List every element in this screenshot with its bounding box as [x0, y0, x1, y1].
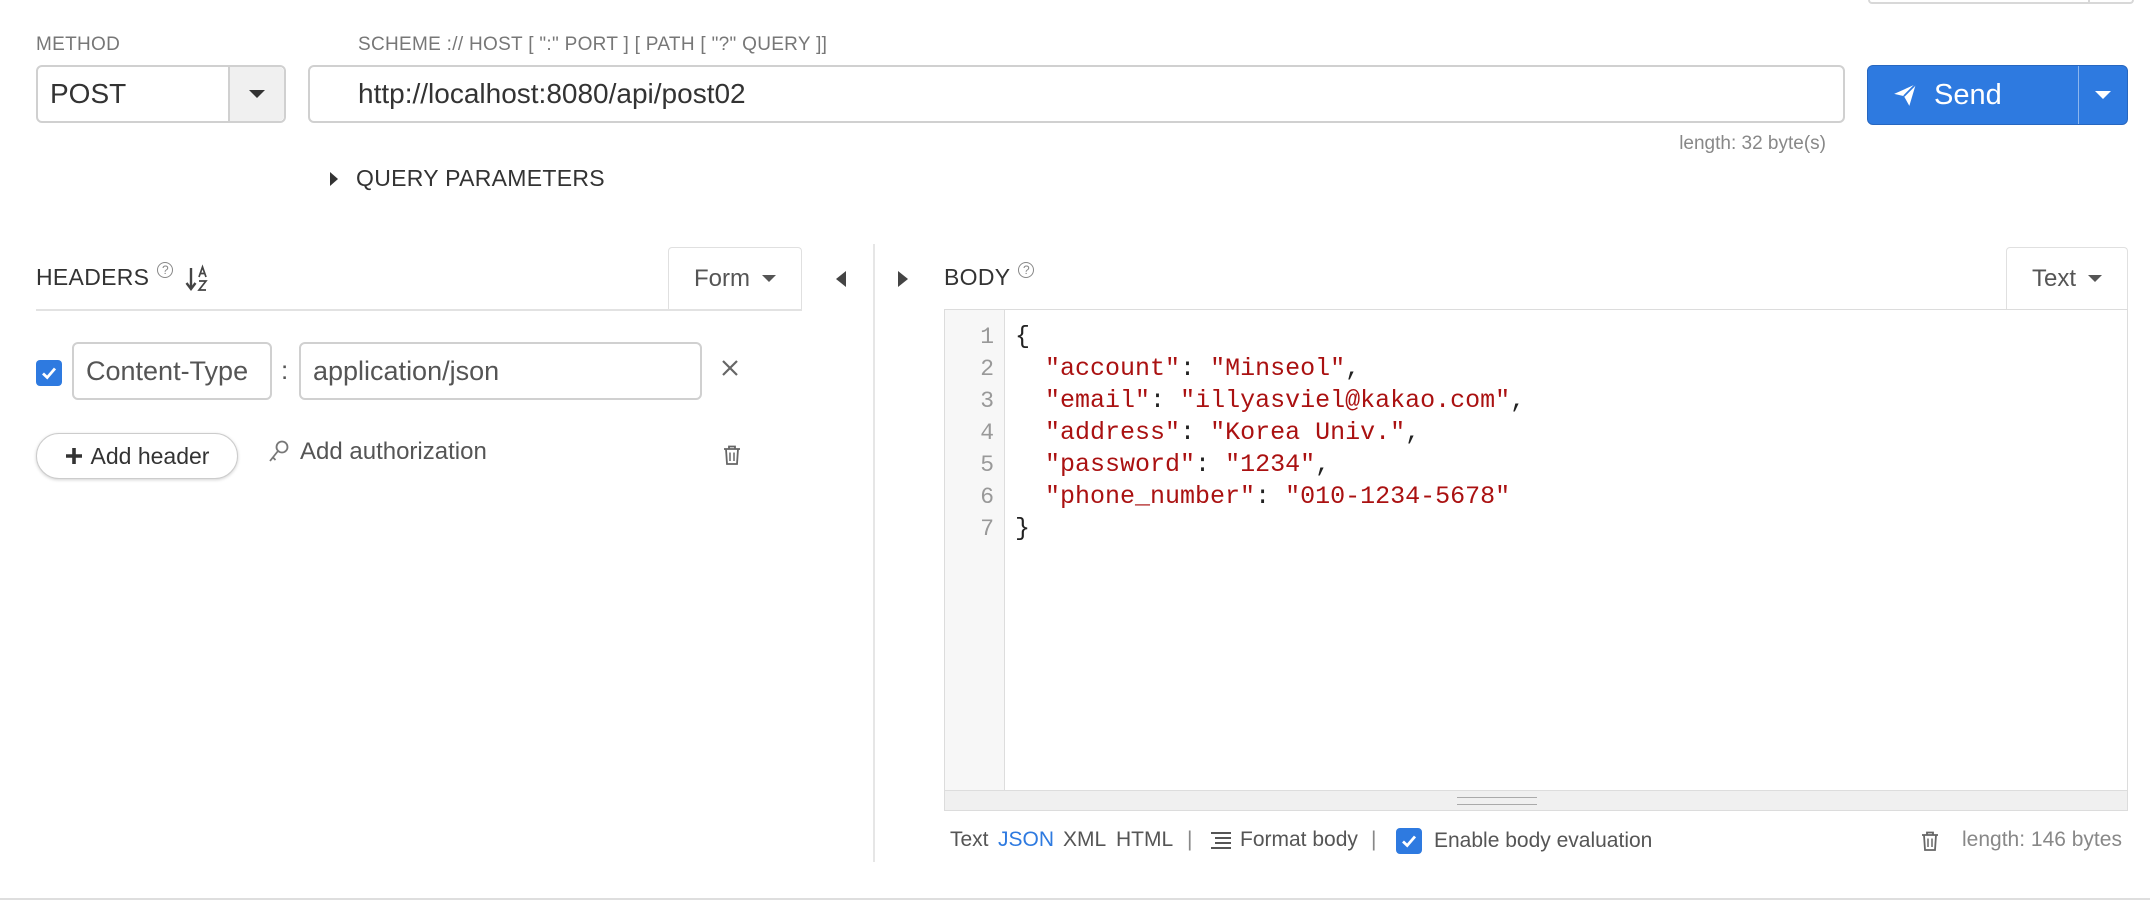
sort-az-icon[interactable] — [185, 264, 211, 294]
body-header: BODY ? — [944, 262, 1035, 291]
trash-icon — [724, 445, 740, 465]
code-line: "account": "Minseol", — [1045, 354, 1361, 383]
close-icon — [722, 360, 738, 376]
paper-plane-icon — [1894, 83, 1917, 106]
query-parameters-toggle[interactable]: QUERY PARAMETERS — [330, 165, 605, 192]
add-header-button[interactable]: Add header — [36, 433, 238, 479]
body-mode-select[interactable]: Text — [2006, 247, 2128, 309]
help-icon[interactable]: ? — [1018, 262, 1035, 278]
code-line: { — [1015, 322, 1031, 351]
headers-header: HEADERS ? — [36, 262, 211, 294]
url-value: http://localhost:8080/api/post02 — [358, 78, 746, 109]
headers-mode-select[interactable]: Form — [668, 247, 802, 309]
code-line: "address": "Korea Univ.", — [1045, 418, 1421, 447]
collapse-left-icon[interactable] — [836, 271, 846, 287]
line-number: 5 — [980, 452, 994, 478]
add-header-label: Add header — [90, 442, 210, 469]
method-label: METHOD — [36, 34, 121, 55]
body-mode-label: Text — [2031, 264, 2076, 292]
bottom-border — [0, 898, 2150, 900]
headers-title: HEADERS — [36, 264, 150, 290]
code-line: "phone_number": "010-1234-5678" — [1045, 482, 1511, 511]
line-number-gutter: 1 2 3 4 5 6 7 — [945, 310, 1005, 793]
panel-splitter[interactable] — [873, 244, 875, 862]
top-toolbar-stub — [1868, 0, 2134, 4]
url-length: length: 32 byte(s) — [1679, 133, 1826, 154]
format-option-text[interactable]: Text — [950, 828, 989, 852]
format-option-json[interactable]: JSON — [998, 828, 1054, 852]
line-number: 6 — [980, 484, 994, 510]
line-number: 1 — [980, 324, 994, 350]
checkmark-icon — [1402, 835, 1417, 848]
code-line: "password": "1234", — [1045, 450, 1331, 479]
remove-header-button[interactable] — [720, 354, 740, 384]
method-select[interactable]: POST — [36, 65, 286, 123]
trash-icon — [1922, 831, 1938, 851]
line-number: 2 — [980, 356, 994, 382]
chevron-down-icon — [762, 275, 776, 282]
url-input[interactable]: http://localhost:8080/api/post02 — [308, 65, 1845, 123]
format-body-button[interactable]: Format body — [1210, 828, 1358, 852]
footer-separator: | — [1187, 828, 1193, 851]
help-icon[interactable]: ? — [157, 262, 174, 278]
method-dropdown-button[interactable] — [228, 67, 284, 121]
chevron-down-icon — [2088, 275, 2102, 282]
header-name-input[interactable]: Content-Type — [72, 342, 272, 400]
key-icon — [269, 440, 289, 462]
checkmark-icon — [42, 367, 57, 380]
chevron-down-icon — [249, 90, 265, 98]
method-value: POST — [50, 78, 127, 109]
send-button[interactable]: Send — [1868, 66, 2078, 124]
send-options-button[interactable] — [2079, 66, 2127, 124]
align-left-icon — [1211, 832, 1231, 849]
body-editor[interactable]: 1 2 3 4 5 6 7 { "account": "Minseol", "e… — [944, 309, 2128, 811]
enable-body-evaluation-label: Enable body evaluation — [1434, 829, 1653, 852]
format-option-xml[interactable]: XML — [1063, 828, 1106, 852]
body-length: length: 146 bytes — [1962, 828, 2122, 851]
line-number: 4 — [980, 420, 994, 446]
url-format-label: SCHEME :// HOST [ ":" PORT ] [ PATH [ "?… — [358, 34, 828, 55]
chevron-right-icon — [330, 171, 338, 186]
header-separator: : — [281, 355, 289, 385]
add-authorization-button[interactable]: Add authorization — [268, 438, 487, 466]
header-enabled-checkbox[interactable] — [36, 360, 62, 386]
footer-separator: | — [1371, 828, 1377, 851]
clear-body-button[interactable] — [1920, 830, 1940, 857]
clear-headers-button[interactable] — [722, 444, 742, 471]
add-authorization-label: Add authorization — [300, 438, 487, 465]
editor-resize-bar[interactable] — [945, 790, 2127, 810]
headers-mode-label: Form — [694, 264, 750, 292]
header-value-input[interactable]: application/json — [299, 342, 702, 400]
line-number: 7 — [980, 516, 994, 542]
body-title: BODY — [944, 264, 1011, 290]
format-body-label: Format body — [1240, 828, 1358, 851]
resize-grip-icon — [1457, 797, 1537, 805]
send-button-group: Send — [1867, 65, 2128, 125]
enable-body-evaluation-checkbox[interactable] — [1396, 828, 1422, 854]
format-option-html[interactable]: HTML — [1116, 828, 1173, 852]
enable-body-evaluation[interactable]: Enable body evaluation — [1396, 828, 1652, 854]
chevron-down-icon — [2095, 91, 2111, 99]
code-line: } — [1015, 514, 1031, 543]
line-number: 3 — [980, 388, 994, 414]
headers-divider — [36, 309, 802, 311]
query-parameters-label: QUERY PARAMETERS — [356, 165, 605, 191]
plus-icon — [65, 448, 82, 464]
collapse-right-icon[interactable] — [898, 271, 908, 287]
send-label: Send — [1934, 78, 2002, 111]
code-line: "email": "illyasviel@kakao.com", — [1045, 386, 1526, 415]
